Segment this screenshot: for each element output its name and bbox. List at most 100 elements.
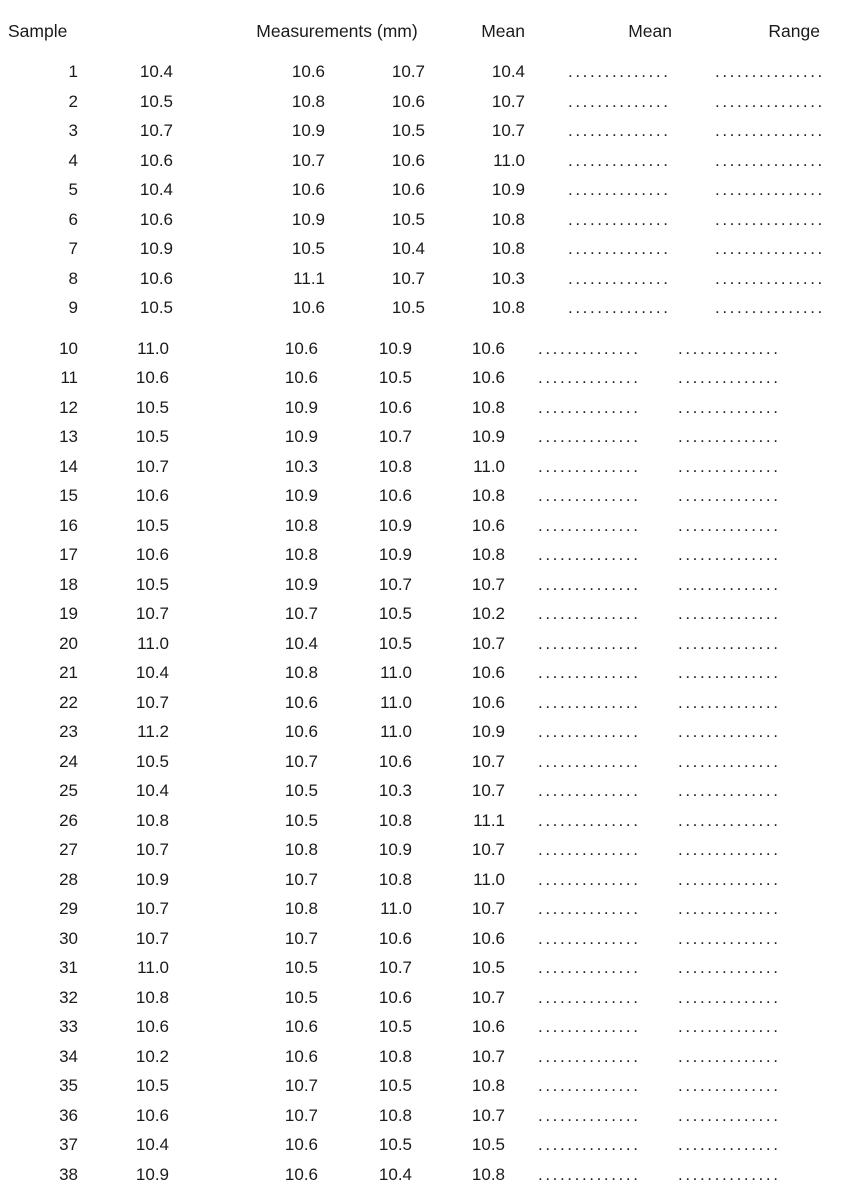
range-blank-field[interactable]: ..................	[678, 658, 778, 687]
range-blank-field[interactable]: ..................	[678, 629, 778, 658]
range-blank-field[interactable]: ..................	[678, 363, 778, 392]
mean-blank-field[interactable]: ..................	[538, 481, 638, 510]
mean-blank-field[interactable]: ..................	[568, 234, 672, 263]
cell-measurement-2: 10.8	[284, 899, 318, 918]
cell-measurement-1: 10.4	[135, 1135, 169, 1154]
range-blank-field[interactable]: ..................	[678, 1160, 778, 1189]
mean-blank-field[interactable]: ..................	[538, 806, 638, 835]
range-blank-field[interactable]: ..................	[678, 1071, 778, 1100]
table-header-row: Sample Measurements (mm) Mean Mean Range	[0, 18, 842, 44]
range-blank-field[interactable]: ..................	[678, 776, 778, 805]
cell-measurement-4: 10.6	[471, 515, 505, 535]
range-blank-field[interactable]: ..................	[678, 983, 778, 1012]
mean-blank-field[interactable]: ..................	[538, 452, 638, 481]
mean-blank-field[interactable]: ..................	[538, 1130, 638, 1159]
mean-blank-field[interactable]: ..................	[538, 658, 638, 687]
cell-measurement-3: 10.7	[378, 427, 412, 446]
range-blank-field[interactable]: ..................	[678, 747, 778, 776]
range-blank-field[interactable]: ..................	[678, 924, 778, 953]
mean-blank-field[interactable]: ..................	[538, 1101, 638, 1130]
range-blank-field[interactable]: ..................	[678, 481, 778, 510]
mean-blank-field[interactable]: ..................	[538, 511, 638, 540]
mean-blank-field[interactable]: ..................	[538, 983, 638, 1012]
mean-blank-field[interactable]: ..................	[538, 717, 638, 746]
mean-blank-field[interactable]: ..................	[568, 146, 672, 175]
cell-measurement-3: 10.8	[378, 1105, 412, 1125]
cell-sample-number: 6	[68, 209, 78, 229]
table-row: 10 11.0 10.6 10.9 10.6......................…	[0, 334, 842, 363]
cell-measurement-4: 10.7	[471, 899, 505, 918]
mean-blank-field[interactable]: ..................	[538, 334, 638, 363]
cell-measurement-2: 10.9	[291, 209, 325, 229]
table-row: 20 11.0 10.4 10.5 10.7......................…	[0, 629, 842, 658]
mean-blank-field[interactable]: ..................	[538, 1012, 638, 1041]
mean-blank-field[interactable]: ..................	[538, 393, 638, 422]
mean-blank-field[interactable]: ..................	[538, 540, 638, 569]
cell-sample-number: 8	[68, 268, 78, 288]
cell-measurement-3: 10.7	[378, 958, 412, 977]
mean-blank-field[interactable]: ..................	[568, 116, 672, 145]
range-blank-field[interactable]: ..................	[715, 234, 821, 263]
cell-sample-number: 16	[59, 515, 78, 535]
range-blank-field[interactable]: ..................	[678, 1012, 778, 1041]
mean-blank-field[interactable]: ..................	[538, 865, 638, 894]
mean-blank-field[interactable]: ..................	[568, 87, 672, 116]
range-blank-field[interactable]: ..................	[715, 205, 821, 234]
range-blank-field[interactable]: ..................	[715, 293, 821, 322]
mean-blank-field[interactable]: ..................	[538, 953, 638, 982]
cell-measurement-2: 10.6	[284, 1135, 318, 1154]
range-blank-field[interactable]: ..................	[678, 393, 778, 422]
range-blank-field[interactable]: ..................	[678, 452, 778, 481]
mean-blank-field[interactable]: ..................	[538, 688, 638, 717]
range-blank-field[interactable]: ..................	[678, 865, 778, 894]
range-blank-field[interactable]: ..................	[678, 599, 778, 628]
range-blank-field[interactable]: ..................	[678, 570, 778, 599]
range-blank-field[interactable]: ..................	[715, 146, 821, 175]
cell-measurement-1: 11.0	[137, 958, 169, 977]
range-blank-field[interactable]: ..................	[715, 264, 821, 293]
mean-blank-field[interactable]: ..................	[538, 924, 638, 953]
range-blank-field[interactable]: ..................	[678, 688, 778, 717]
range-blank-field[interactable]: ..................	[678, 806, 778, 835]
range-blank-field[interactable]: ..................	[678, 894, 778, 923]
range-blank-field[interactable]: ..................	[678, 540, 778, 569]
range-blank-field[interactable]: ..................	[678, 953, 778, 982]
mean-blank-field[interactable]: ..................	[568, 205, 672, 234]
range-blank-field[interactable]: ..................	[678, 511, 778, 540]
cell-measurement-4: 10.7	[471, 987, 505, 1007]
mean-blank-field[interactable]: ..................	[538, 776, 638, 805]
mean-blank-field[interactable]: ..................	[538, 835, 638, 864]
range-blank-field[interactable]: ..................	[678, 717, 778, 746]
mean-blank-field[interactable]: ..................	[568, 57, 672, 86]
cell-sample-number: 14	[59, 456, 78, 476]
mean-blank-field[interactable]: ..................	[538, 599, 638, 628]
mean-blank-field[interactable]: ..................	[538, 363, 638, 392]
mean-blank-field[interactable]: ..................	[568, 264, 672, 293]
range-blank-field[interactable]: ..................	[715, 175, 821, 204]
mean-blank-field[interactable]: ..................	[538, 629, 638, 658]
mean-blank-field[interactable]: ..................	[568, 175, 672, 204]
table-row: 18 10.5 10.9 10.7 10.7......................…	[0, 570, 842, 599]
range-blank-field[interactable]: ..................	[678, 835, 778, 864]
cell-measurement-3: 11.0	[380, 722, 412, 741]
mean-blank-field[interactable]: ..................	[538, 422, 638, 451]
cell-measurement-1: 10.8	[135, 987, 169, 1007]
cell-sample-number: 26	[59, 810, 78, 830]
cell-sample-number: 24	[59, 751, 78, 771]
cell-measurement-3: 10.7	[378, 574, 412, 594]
range-blank-field[interactable]: ..................	[678, 1101, 778, 1130]
range-blank-field[interactable]: ..................	[678, 422, 778, 451]
range-blank-field[interactable]: ..................	[715, 116, 821, 145]
mean-blank-field[interactable]: ..................	[538, 570, 638, 599]
mean-blank-field[interactable]: ..................	[538, 747, 638, 776]
mean-blank-field[interactable]: ..................	[538, 1071, 638, 1100]
range-blank-field[interactable]: ..................	[678, 1130, 778, 1159]
mean-blank-field[interactable]: ..................	[538, 1042, 638, 1071]
range-blank-field[interactable]: ..................	[678, 334, 778, 363]
range-blank-field[interactable]: ..................	[678, 1042, 778, 1071]
mean-blank-field[interactable]: ..................	[538, 894, 638, 923]
mean-blank-field[interactable]: ..................	[568, 293, 672, 322]
range-blank-field[interactable]: ..................	[715, 57, 821, 86]
range-blank-field[interactable]: ..................	[715, 87, 821, 116]
mean-blank-field[interactable]: ..................	[538, 1160, 638, 1189]
